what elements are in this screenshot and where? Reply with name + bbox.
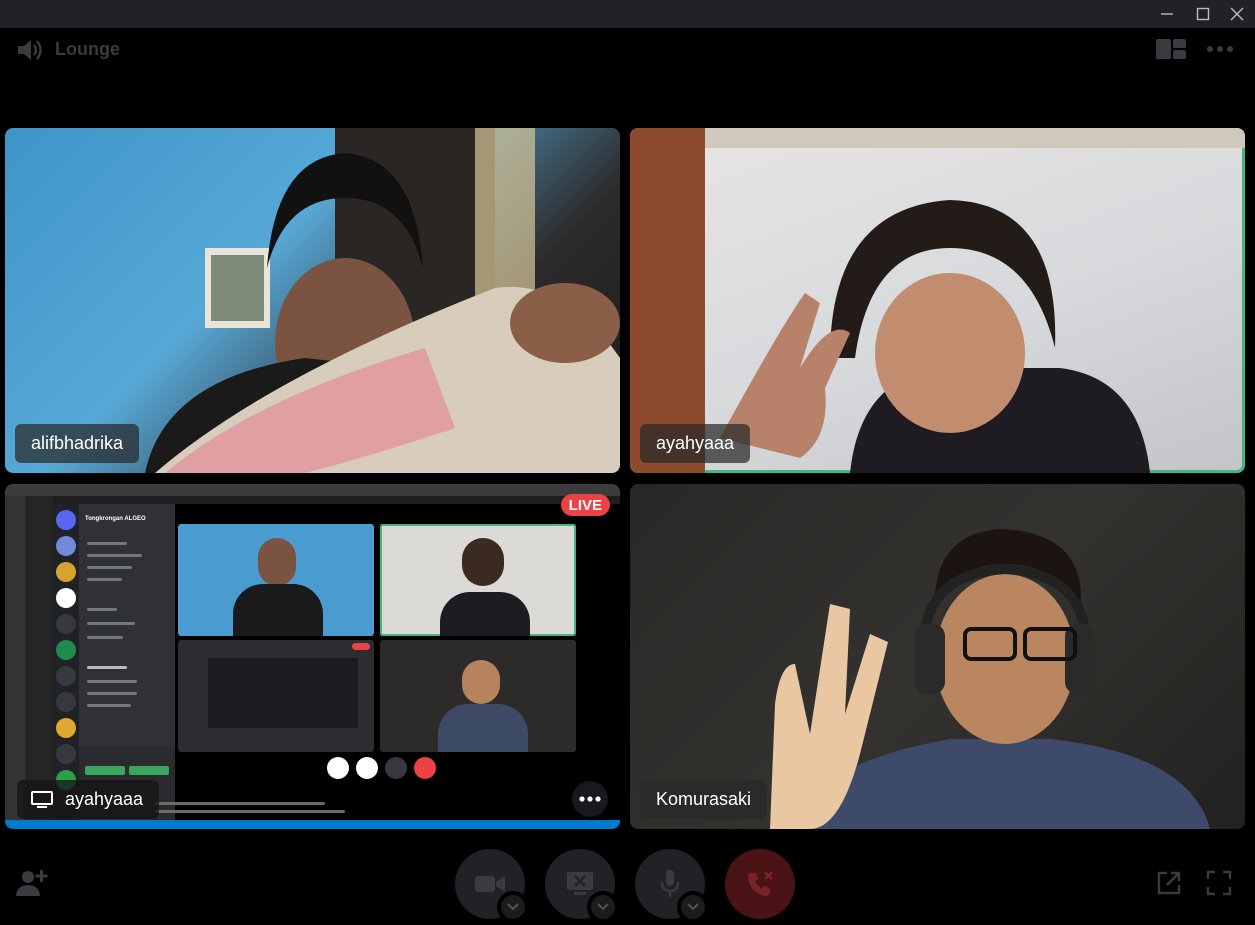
terminal-line	[155, 802, 325, 805]
chevron-down-icon	[597, 903, 609, 911]
chevron-down-icon	[687, 903, 699, 911]
server-icon	[56, 510, 76, 530]
shared-statusbar	[5, 820, 620, 829]
participant-name: ayahyaaa	[656, 433, 735, 453]
server-icon	[56, 692, 76, 712]
server-icon	[56, 614, 76, 634]
channel-line	[87, 692, 137, 695]
window-titlebar	[0, 0, 1255, 28]
microphone-options-button[interactable]	[677, 891, 709, 923]
mini-tile	[178, 640, 374, 752]
channel-line	[87, 636, 123, 639]
shared-file-explorer	[25, 496, 53, 820]
shared-screen: Tongkrongan ALGEO	[5, 484, 620, 829]
channel-line	[87, 608, 117, 611]
server-icon	[56, 744, 76, 764]
channel-line	[87, 554, 142, 557]
participant-nametag: Komurasaki	[640, 780, 768, 819]
add-user-icon[interactable]	[16, 868, 48, 896]
close-button[interactable]	[1220, 0, 1254, 28]
video-tile-speaking[interactable]: ayahyaaa	[630, 128, 1245, 473]
streamer-name: ayahyaaa	[65, 789, 144, 809]
minimize-icon	[1161, 13, 1173, 15]
mini-tile	[178, 524, 374, 636]
minimize-button[interactable]	[1150, 0, 1184, 28]
fullscreen-icon[interactable]	[1206, 870, 1232, 896]
maximize-button[interactable]	[1186, 0, 1220, 28]
stream-nametag: ayahyaaa	[17, 780, 160, 819]
more-options-icon[interactable]	[1206, 39, 1234, 59]
server-icon	[56, 666, 76, 686]
shared-server-list	[53, 504, 79, 820]
call-controls	[0, 840, 1255, 925]
camera-icon	[475, 876, 505, 892]
webcam-feed	[630, 128, 1245, 473]
participant-nametag: ayahyaaa	[640, 424, 751, 463]
live-badge: LIVE	[560, 494, 610, 516]
call-header: Lounge	[0, 28, 1255, 70]
channel-line	[87, 704, 131, 707]
video-tile[interactable]: Komurasaki	[630, 484, 1245, 829]
close-icon	[1230, 7, 1244, 21]
server-icon	[56, 536, 76, 556]
video-tile[interactable]: alifbhadrika	[5, 128, 620, 473]
participant-nametag: alifbhadrika	[15, 424, 140, 463]
shared-call-view	[175, 504, 620, 820]
more-options-icon	[579, 796, 601, 802]
disconnect-button[interactable]	[725, 849, 795, 919]
mini-tile	[380, 640, 576, 752]
speaker-icon	[18, 40, 42, 60]
server-icon	[56, 588, 76, 608]
mini-control	[356, 757, 378, 779]
channel-line	[87, 680, 137, 683]
channel-line	[87, 578, 122, 581]
terminal-line	[155, 810, 345, 813]
camera-options-button[interactable]	[497, 891, 529, 923]
screen-share-tile[interactable]: Tongkrongan ALGEO LIVE ayahyaaa	[5, 484, 620, 829]
channel-line	[87, 566, 132, 569]
camera-button[interactable]	[455, 849, 529, 923]
server-icon	[56, 562, 76, 582]
chevron-down-icon	[507, 903, 519, 911]
participant-name: Komurasaki	[656, 789, 752, 809]
participant-name: alifbhadrika	[31, 433, 124, 453]
screen-share-icon	[567, 872, 593, 895]
channel-line	[87, 622, 135, 625]
webcam-feed	[770, 529, 1210, 829]
mini-control	[414, 757, 436, 779]
mini-tile	[380, 524, 576, 636]
screen-share-button[interactable]	[545, 849, 619, 923]
screen-share-options-button[interactable]	[587, 891, 619, 923]
maximize-icon	[1196, 7, 1210, 21]
popout-icon[interactable]	[1156, 870, 1182, 896]
channel-line	[87, 666, 127, 669]
layout-toggle-icon[interactable]	[1156, 39, 1186, 59]
shared-server-name: Tongkrongan ALGEO	[85, 516, 146, 522]
stream-more-button[interactable]	[572, 781, 608, 817]
mini-control	[327, 757, 349, 779]
channel-line	[87, 542, 127, 545]
webcam-feed	[145, 128, 620, 473]
screen-icon	[31, 790, 53, 809]
microphone-icon	[660, 870, 680, 897]
shared-activity-bar	[5, 496, 25, 820]
shared-menubar	[5, 484, 620, 496]
channel-name: Lounge	[55, 39, 120, 59]
microphone-button[interactable]	[635, 849, 709, 923]
server-icon	[56, 718, 76, 738]
server-icon	[56, 640, 76, 660]
mini-control	[385, 757, 407, 779]
hangup-icon	[748, 871, 773, 896]
